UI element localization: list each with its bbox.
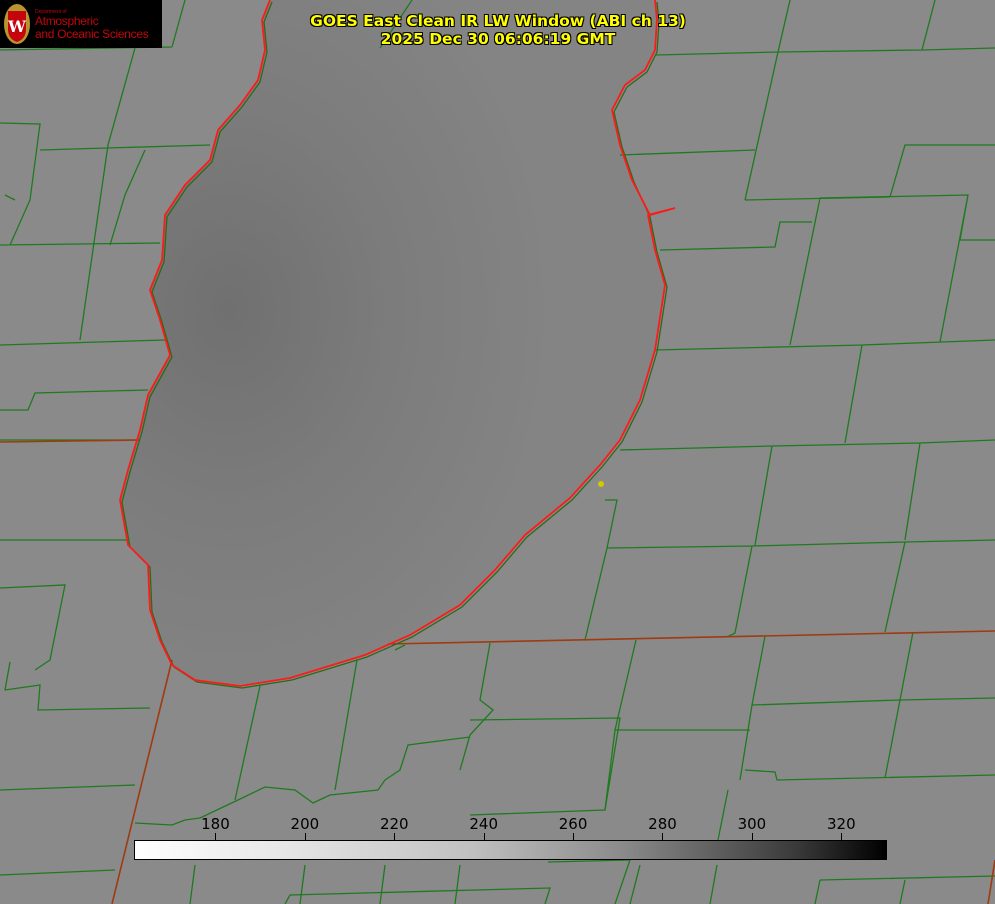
- colorbar-tick-mark: [215, 833, 217, 840]
- svg-text:W: W: [7, 17, 27, 36]
- colorbar-tick-mark: [841, 833, 843, 840]
- colorbar-tick-mark: [573, 833, 575, 840]
- colorbar-tick-label: 260: [558, 815, 588, 833]
- image-title: GOES East Clean IR LW Window (ABI ch 13)…: [248, 12, 748, 48]
- colorbar-tick-label: 320: [826, 815, 856, 833]
- colorbar-tick-label: 220: [379, 815, 409, 833]
- lake-michigan: [120, 0, 665, 686]
- uw-seal-icon: W: [4, 4, 30, 44]
- logo-line-2: and Oceanic Sciences: [35, 27, 149, 41]
- satellite-map: [0, 0, 995, 904]
- colorbar-tick-mark: [751, 833, 753, 840]
- location-marker: [598, 481, 604, 487]
- logo-line-1: Atmospheric: [35, 14, 99, 28]
- aos-logo: W Department of Atmospheric and Oceanic …: [0, 0, 162, 48]
- satellite-image-viewer: W Department of Atmospheric and Oceanic …: [0, 0, 995, 904]
- temperature-colorbar: [134, 840, 887, 860]
- product-name: GOES East Clean IR LW Window (ABI ch 13): [310, 12, 686, 30]
- colorbar-tick-label: 280: [648, 815, 677, 833]
- colorbar-tick-label: 180: [201, 815, 230, 833]
- timestamp: 2025 Dec 30 06:06:19 GMT: [380, 30, 616, 48]
- colorbar-tick-label: 200: [290, 815, 320, 833]
- colorbar-tick-label: 240: [469, 815, 498, 833]
- colorbar-tick-label: 300: [737, 815, 767, 833]
- colorbar-tick-mark: [394, 833, 396, 840]
- colorbar-tick-mark: [483, 833, 485, 840]
- colorbar-tick-mark: [662, 833, 664, 840]
- colorbar-tick-mark: [304, 833, 306, 840]
